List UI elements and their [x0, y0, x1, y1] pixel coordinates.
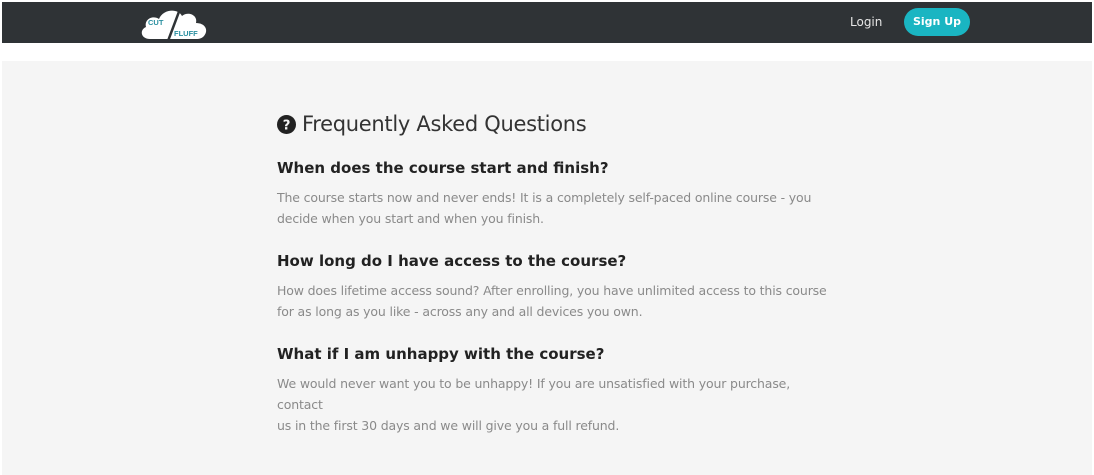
faq-answer-line: decide when you start and when you finis…: [277, 211, 544, 226]
faq-answer-line: The course starts now and never ends! It…: [277, 190, 812, 205]
faq-answer-line: How does lifetime access sound? After en…: [277, 283, 827, 298]
sign-up-button[interactable]: Sign Up: [904, 8, 970, 36]
faq-answer-line: us in the first 30 days and we will give…: [277, 418, 620, 433]
faq-answer: How does lifetime access sound? After en…: [277, 280, 837, 322]
faq-item: What if I am unhappy with the course? We…: [277, 344, 837, 436]
faq-item: When does the course start and finish? T…: [277, 158, 837, 229]
faq-question: What if I am unhappy with the course?: [277, 345, 605, 363]
site-logo[interactable]: CUT FLUFF: [138, 6, 210, 42]
faq-title: Frequently Asked Questions: [302, 112, 587, 136]
faq-question: When does the course start and finish?: [277, 159, 609, 177]
faq-panel: ? Frequently Asked Questions When does t…: [2, 61, 1092, 475]
faq-heading: ? Frequently Asked Questions: [277, 111, 837, 137]
faq-answer: The course starts now and never ends! It…: [277, 187, 837, 229]
faq-answer: We would never want you to be unhappy! I…: [277, 373, 837, 436]
login-link[interactable]: Login: [850, 14, 882, 30]
faq-section: ? Frequently Asked Questions When does t…: [277, 111, 837, 458]
logo-text-top: CUT: [148, 18, 164, 27]
question-circle-icon: ?: [277, 114, 296, 134]
faq-answer-line: We would never want you to be unhappy! I…: [277, 376, 791, 412]
cloud-logo-icon: CUT FLUFF: [141, 8, 207, 42]
svg-text:?: ?: [283, 118, 290, 133]
faq-answer-line: for as long as you like - across any and…: [277, 304, 643, 319]
faq-question: How long do I have access to the course?: [277, 252, 627, 270]
top-navbar: CUT FLUFF Login Sign Up: [2, 2, 1092, 43]
logo-text-bottom: FLUFF: [174, 29, 198, 38]
faq-item: How long do I have access to the course?…: [277, 251, 837, 322]
